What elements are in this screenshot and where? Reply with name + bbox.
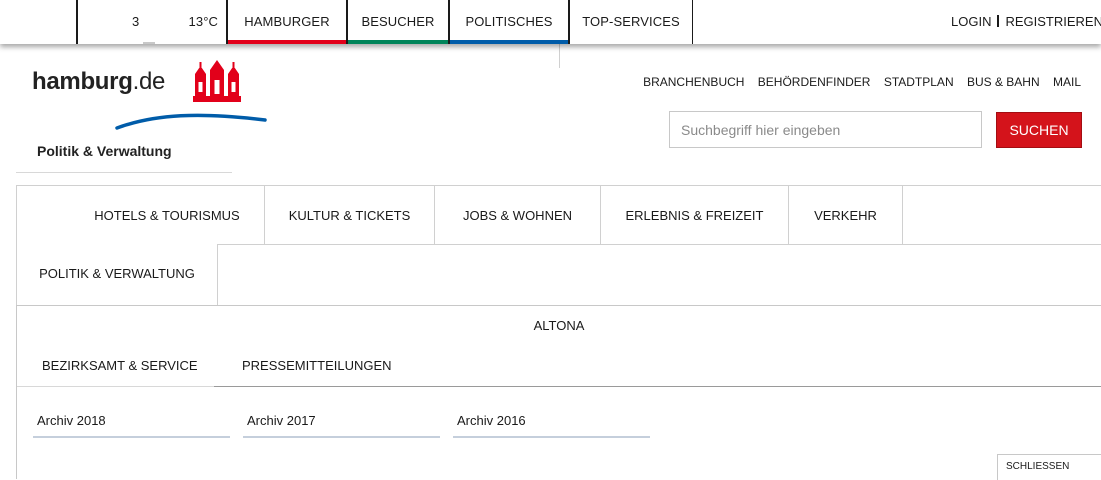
account-links: LOGIN REGISTRIEREN [951, 0, 1101, 44]
quicklink-mail[interactable]: MAIL [1053, 75, 1081, 89]
quicklinks: BRANCHENBUCH BEHÖRDENFINDER STADTPLAN BU… [633, 75, 1081, 89]
nav-spacer [17, 186, 70, 245]
archive-link-2016[interactable]: Archiv 2016 [453, 410, 650, 438]
topbar-underline-blue [450, 40, 568, 44]
topbar-underline-green [348, 40, 448, 44]
topbar-item-label: BESUCHER [361, 14, 435, 29]
search-input[interactable] [669, 111, 982, 148]
topbar-divider [692, 0, 693, 44]
quicklink-bus-bahn[interactable]: BUS & BAHN [967, 75, 1040, 89]
search-button[interactable]: SUCHEN [996, 112, 1082, 148]
topbar-item-besucher[interactable]: BESUCHER [348, 0, 448, 44]
nav-tab-hotels-tourismus[interactable]: HOTELS & TOURISMUS [70, 186, 265, 245]
archive-link-2018[interactable]: Archiv 2018 [33, 410, 230, 438]
sub-panel: ALTONA BEZIRKSAMT & SERVICE PRESSEMITTEI… [16, 305, 1101, 480]
nav-tab-politik-verwaltung[interactable]: POLITIK & VERWALTUNG [16, 244, 218, 306]
nav-tab-empty [903, 186, 1101, 245]
section-subtitle: Politik & Verwaltung [37, 143, 172, 159]
topbar-item-top-services[interactable]: TOP-SERVICES [570, 0, 692, 44]
top-bar: 3 13°C HAMBURGER BESUCHER POLITISCHES TO… [0, 0, 1101, 44]
panel-title[interactable]: ALTONA [17, 318, 1101, 333]
close-button[interactable]: SCHLIESSEN [997, 454, 1101, 480]
weather-temperature[interactable]: 13°C [160, 0, 226, 44]
quicklink-behoerdenfinder[interactable]: BEHÖRDENFINDER [758, 75, 871, 89]
nav-tab-erlebnis-freizeit[interactable]: ERLEBNIS & FREIZEIT [601, 186, 789, 245]
logo-suffix-text: .de [132, 68, 166, 95]
topbar-item-label: POLITISCHES [465, 14, 553, 29]
archive-link-2017[interactable]: Archiv 2017 [243, 410, 440, 438]
topbar-item-label: TOP-SERVICES [582, 14, 680, 29]
topbar-item-hamburger[interactable]: HAMBURGER [228, 0, 346, 44]
login-link[interactable]: LOGIN [951, 14, 991, 29]
topbar-item-politisches[interactable]: POLITISCHES [450, 0, 568, 44]
quicklink-branchenbuch[interactable]: BRANCHENBUCH [643, 75, 744, 89]
register-link[interactable]: REGISTRIEREN [1005, 14, 1101, 29]
header-divider [559, 44, 560, 68]
subtab-bezirksamt-service[interactable]: BEZIRKSAMT & SERVICE [42, 354, 198, 386]
nav-tab-jobs-wohnen[interactable]: JOBS & WOHNEN [435, 186, 601, 245]
main-nav: HOTELS & TOURISMUS KULTUR & TICKETS JOBS… [16, 185, 1101, 245]
logo-wave-icon [115, 113, 267, 130]
nav-tab-kultur-tickets[interactable]: KULTUR & TICKETS [265, 186, 435, 245]
subtab-divider-left [17, 386, 214, 387]
count-indicator [143, 42, 155, 44]
subtab-pressemitteilungen[interactable]: PRESSEMITTEILUNGEN [242, 354, 392, 386]
quicklink-stadtplan[interactable]: STADTPLAN [884, 75, 954, 89]
site-logo[interactable]: hamburg.de [32, 68, 165, 96]
topbar-underline-red [228, 40, 346, 44]
topbar-item-label: HAMBURGER [244, 14, 330, 29]
hamburg-crest-icon [193, 60, 241, 102]
account-divider [997, 15, 1000, 27]
subtab-divider [214, 386, 1101, 387]
header-underline [16, 172, 232, 173]
logo-main-text: hamburg [32, 68, 133, 95]
nav-tab-verkehr[interactable]: VERKEHR [789, 186, 903, 245]
